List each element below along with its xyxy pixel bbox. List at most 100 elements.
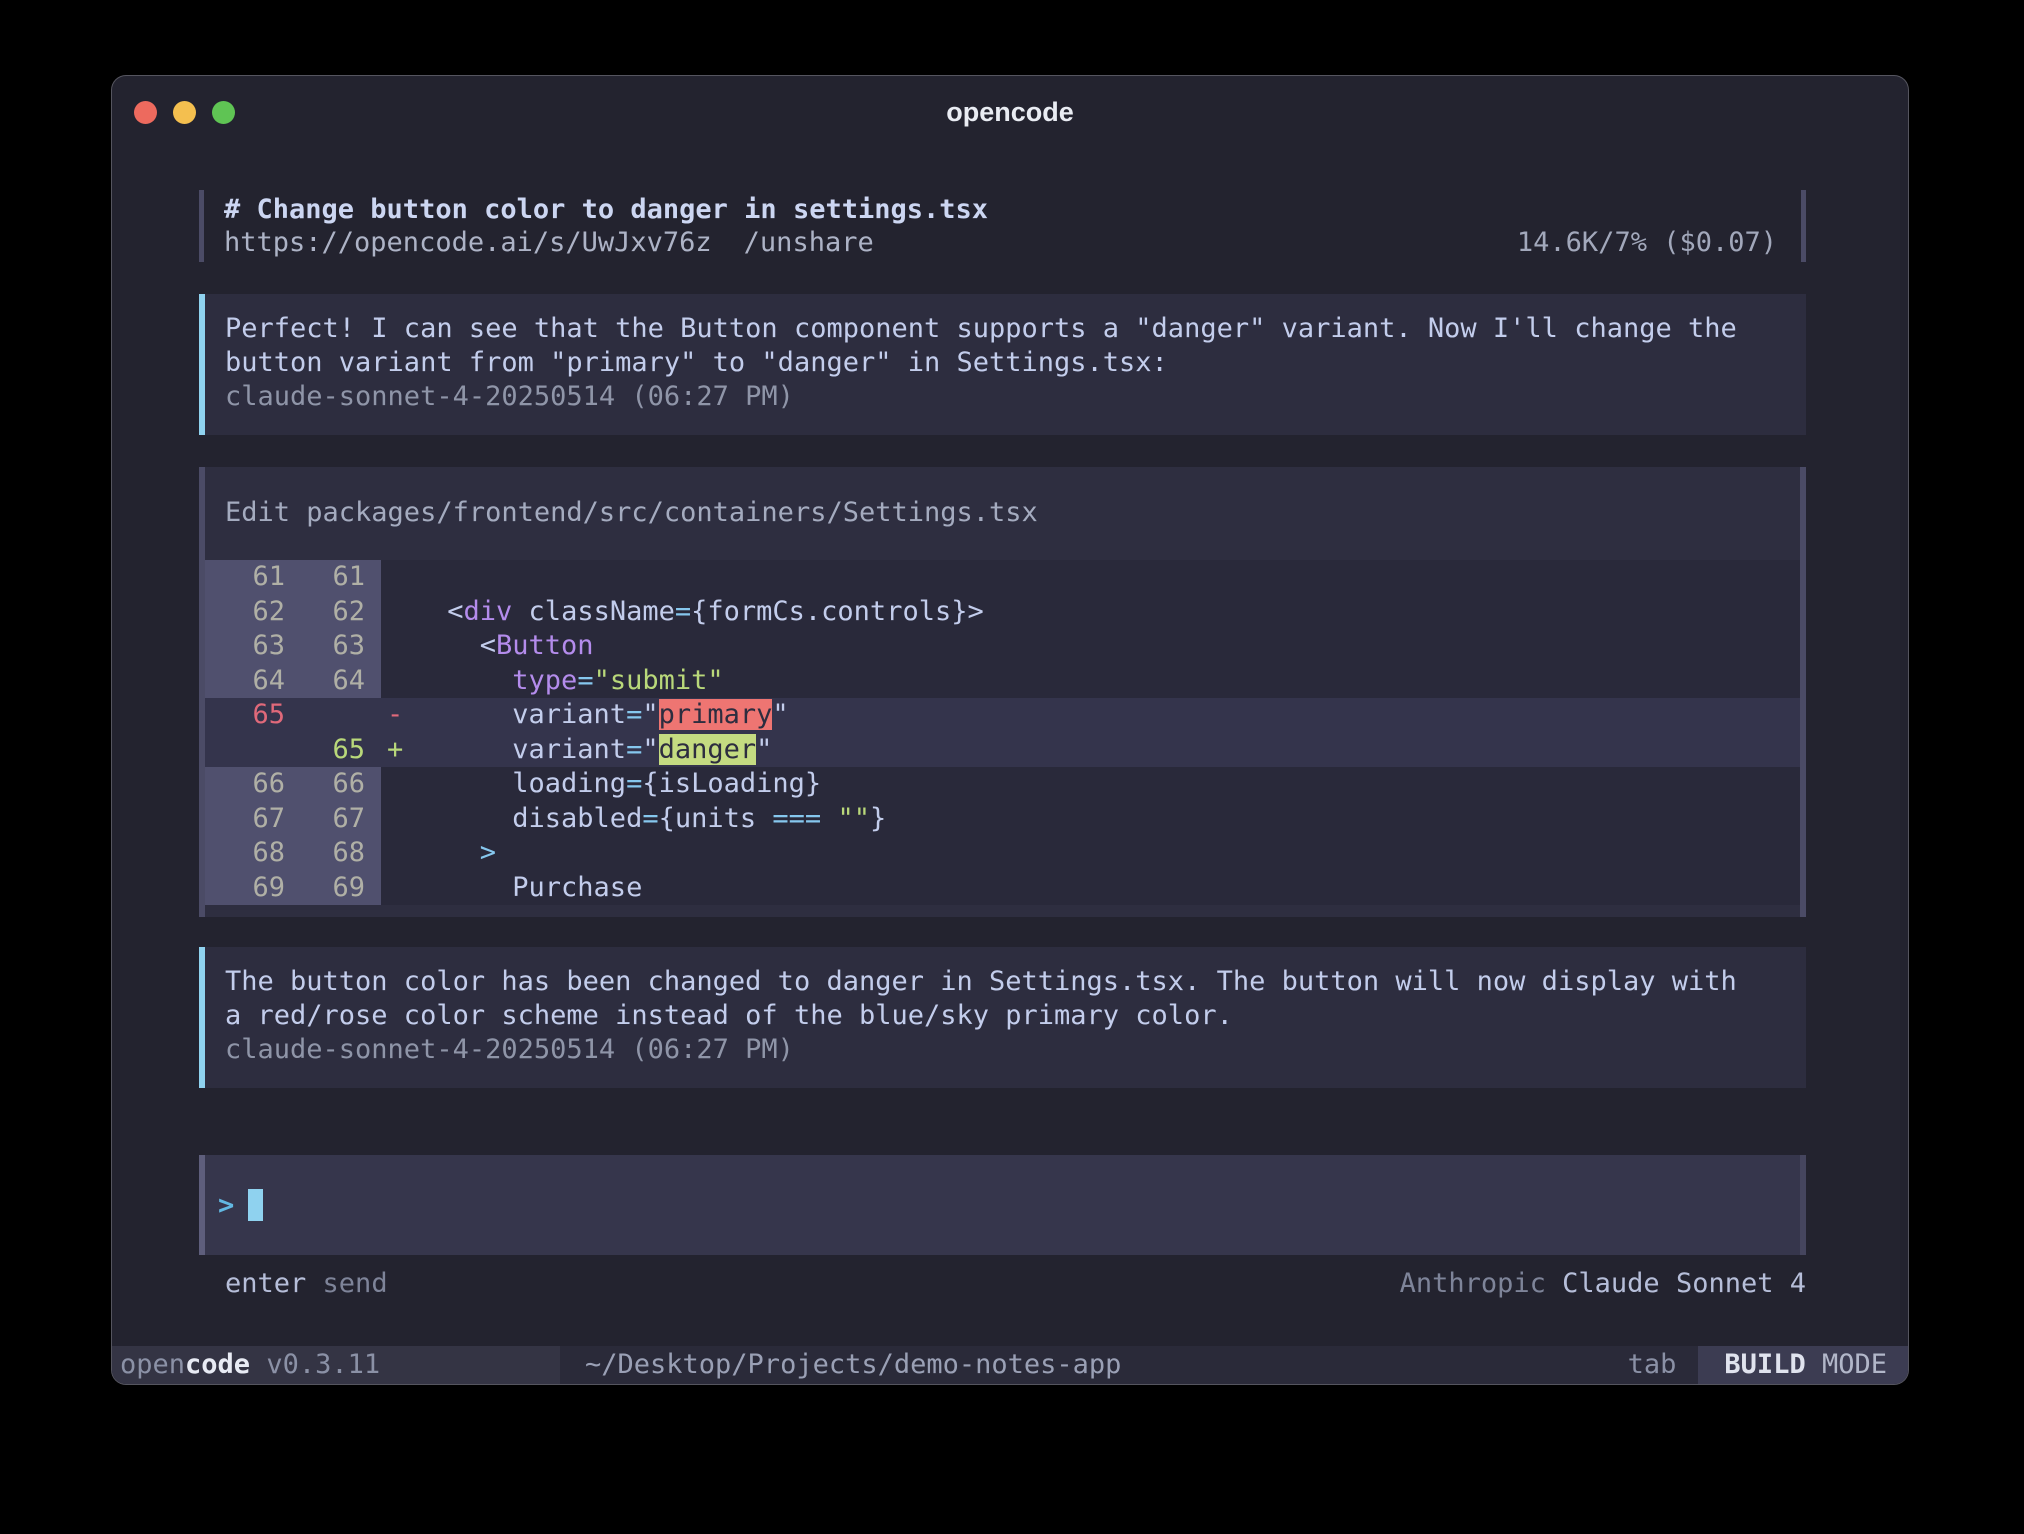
status-bar: opencode v0.3.11 ~/Desktop/Projects/demo… (112, 1346, 1908, 1384)
diff-change-marker (381, 871, 425, 906)
context-usage-stats: 14.6K/7% ($0.07) (1517, 226, 1777, 259)
diff-change-marker: - (381, 698, 425, 733)
code-token (431, 837, 480, 868)
code-token: " (642, 699, 658, 730)
diff-row: 6767 disabled={units === ""} (205, 802, 1800, 837)
diff-old-line-number: 65 (205, 698, 301, 733)
diff-change-marker (381, 767, 425, 802)
code-token: {isLoading} (642, 768, 821, 799)
code-token: = (642, 803, 658, 834)
diff-old-line-number: 61 (205, 560, 301, 595)
code-token: " (756, 734, 772, 765)
code-token: } (870, 803, 886, 834)
send-hint: enter send (225, 1267, 388, 1301)
app-version-chip: opencode v0.3.11 (112, 1346, 560, 1384)
code-token: Purchase (431, 872, 642, 903)
app-window: opencode # Change button color to danger… (112, 76, 1908, 1384)
diff-new-line-number (301, 698, 381, 733)
diff-row: 6262 <div className={formCs.controls}> (205, 595, 1800, 630)
diff-code-line: <Button (425, 629, 1800, 664)
diff-new-line-number: 68 (301, 836, 381, 871)
diff-old-line-number (205, 733, 301, 768)
diff-change-marker (381, 802, 425, 837)
diff-new-line-number: 63 (301, 629, 381, 664)
code-token (821, 803, 837, 834)
titlebar: opencode (112, 76, 1908, 148)
working-directory: ~/Desktop/Projects/demo-notes-app (585, 1346, 1121, 1384)
code-token: disabled (431, 803, 642, 834)
diff-code-line: loading={isLoading} (425, 767, 1800, 802)
diff-code-line: variant="primary" (425, 698, 1800, 733)
diff-old-line-number: 66 (205, 767, 301, 802)
message-text: a red/rose color scheme instead of the b… (225, 999, 1780, 1033)
unshare-command[interactable]: /unshare (744, 226, 874, 259)
diff-change-marker (381, 560, 425, 595)
edit-tool-title: Edit packages/frontend/src/containers/Se… (205, 467, 1800, 560)
app-name-prefix: open (120, 1349, 185, 1380)
diff-code-line (425, 560, 1800, 595)
code-token: {units (659, 803, 773, 834)
diff-row: 65 - variant="primary" (205, 698, 1800, 733)
diff-new-line-number: 65 (301, 733, 381, 768)
diff-row: 6969 Purchase (205, 871, 1800, 906)
message-model-timestamp: claude-sonnet-4-20250514 (06:27 PM) (225, 1033, 1780, 1067)
code-token: primary (659, 699, 773, 730)
session-content: # Change button color to danger in setti… (199, 148, 1806, 1301)
diff-row: 6666 loading={isLoading} (205, 767, 1800, 802)
prompt-symbol: > (218, 1190, 234, 1221)
diff-code-line: type="submit" (425, 664, 1800, 699)
message-model-timestamp: claude-sonnet-4-20250514 (06:27 PM) (225, 380, 1780, 414)
code-token: Button (496, 630, 594, 661)
diff-row: 6464 type="submit" (205, 664, 1800, 699)
diff-new-line-number: 69 (301, 871, 381, 906)
diff-change-marker (381, 595, 425, 630)
code-token: < (431, 596, 464, 627)
prompt-input[interactable]: > (199, 1155, 1806, 1255)
message-text: button variant from "primary" to "danger… (225, 346, 1780, 380)
code-token: "submit" (594, 665, 724, 696)
code-token: variant (431, 699, 626, 730)
diff-row: 6363 <Button (205, 629, 1800, 664)
diff-new-line-number: 64 (301, 664, 381, 699)
build-mode-toggle[interactable]: BUILD MODE (1698, 1346, 1908, 1384)
diff-new-line-number: 67 (301, 802, 381, 837)
code-token: "" (837, 803, 870, 834)
code-token: " (642, 734, 658, 765)
diff-new-line-number: 66 (301, 767, 381, 802)
message-text: The button color has been changed to dan… (225, 965, 1780, 999)
diff-old-line-number: 69 (205, 871, 301, 906)
hints-row: enter send Anthropic Claude Sonnet 4 (199, 1267, 1806, 1301)
diff-new-line-number: 61 (301, 560, 381, 595)
diff-change-marker (381, 629, 425, 664)
code-token: = (626, 699, 642, 730)
code-token: danger (659, 734, 757, 765)
app-name-suffix: code (185, 1349, 250, 1380)
diff-old-line-number: 62 (205, 595, 301, 630)
model-indicator: Anthropic Claude Sonnet 4 (1400, 1267, 1806, 1301)
assistant-message: Perfect! I can see that the Button compo… (199, 294, 1806, 435)
diff-code-line: Purchase (425, 871, 1800, 906)
diff-change-marker (381, 836, 425, 871)
diff-code-line: <div className={formCs.controls}> (425, 595, 1800, 630)
enter-key-hint: enter (225, 1268, 306, 1299)
text-cursor (248, 1189, 263, 1221)
code-token: = (626, 734, 642, 765)
diff-change-marker (381, 664, 425, 699)
tab-key-hint: tab (1628, 1346, 1677, 1384)
code-token: variant (431, 734, 626, 765)
code-token: = (626, 768, 642, 799)
diff-old-line-number: 68 (205, 836, 301, 871)
diff-code-line: > (425, 836, 1800, 871)
diff-row: 6868 > (205, 836, 1800, 871)
message-text: Perfect! I can see that the Button compo… (225, 312, 1780, 346)
diff-code-line: variant="danger" (425, 733, 1800, 768)
provider-name: Anthropic (1400, 1268, 1546, 1299)
session-title: # Change button color to danger in setti… (224, 193, 1777, 226)
edit-tool-card: Edit packages/frontend/src/containers/Se… (199, 467, 1806, 917)
diff-new-line-number: 62 (301, 595, 381, 630)
diff-old-line-number: 67 (205, 802, 301, 837)
diff-row: 6161 (205, 560, 1800, 595)
share-url-link[interactable]: https://opencode.ai/s/UwJxv76z (224, 226, 712, 259)
code-token: {formCs.controls}> (691, 596, 984, 627)
assistant-message: The button color has been changed to dan… (199, 947, 1806, 1088)
